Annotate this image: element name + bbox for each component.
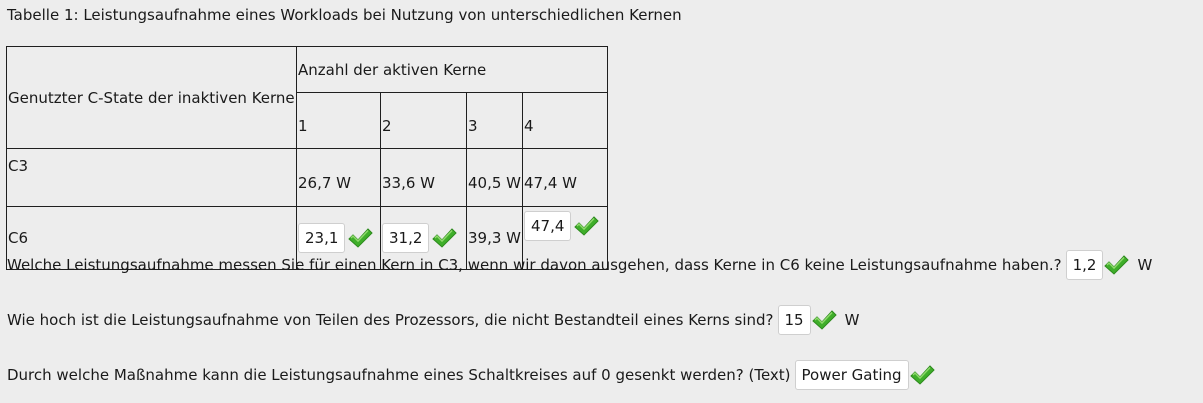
col-header-4: 4 xyxy=(522,92,608,149)
check-icon xyxy=(432,228,458,248)
answer-input-c6-4[interactable]: 47,4 xyxy=(524,211,572,241)
question-1-text: Welche Leistungsaufnahme messen Sie für … xyxy=(7,256,1062,274)
table-caption: Tabelle 1: Leistungsaufnahme eines Workl… xyxy=(7,6,682,24)
answer-input-q1[interactable]: 1,2 xyxy=(1065,250,1104,280)
check-icon xyxy=(574,216,600,236)
cell-c3-2: 33,6 W xyxy=(380,148,467,207)
question-3-text: Durch welche Maßnahme kann die Leistungs… xyxy=(7,366,791,384)
question-3: Durch welche Maßnahme kann die Leistungs… xyxy=(7,360,935,390)
group-header: Anzahl der aktiven Kerne xyxy=(296,46,608,93)
answer-input-c6-1[interactable]: 23,1 xyxy=(298,223,346,253)
power-table: Genutzter C-State der inaktiven Kerne An… xyxy=(6,46,608,270)
answer-input-q3[interactable]: Power Gating xyxy=(794,360,909,390)
col-header-1: 1 xyxy=(296,92,381,149)
col-header-2: 2 xyxy=(380,92,467,149)
check-icon xyxy=(811,310,837,330)
check-icon xyxy=(348,228,374,248)
answer-input-c6-2[interactable]: 31,2 xyxy=(382,223,430,253)
question-2-unit: W xyxy=(844,311,860,329)
row-label-c3: C3 xyxy=(6,148,297,207)
question-2-text: Wie hoch ist die Leistungsaufnahme von T… xyxy=(7,311,774,329)
answer-input-q2[interactable]: 15 xyxy=(777,305,811,335)
question-2: Wie hoch ist die Leistungsaufnahme von T… xyxy=(7,305,859,335)
check-icon xyxy=(909,365,935,385)
question-1: Welche Leistungsaufnahme messen Sie für … xyxy=(7,250,1152,280)
col-header-3: 3 xyxy=(466,92,523,149)
cell-c3-4: 47,4 W xyxy=(522,148,608,207)
cell-c3-1: 26,7 W xyxy=(296,148,381,207)
table-row: C3 26,7 W 33,6 W 40,5 W 47,4 W xyxy=(6,148,608,207)
cell-c3-3: 40,5 W xyxy=(466,148,523,207)
row-header-label: Genutzter C-State der inaktiven Kerne xyxy=(6,46,297,149)
check-icon xyxy=(1104,255,1130,275)
question-1-unit: W xyxy=(1137,256,1153,274)
